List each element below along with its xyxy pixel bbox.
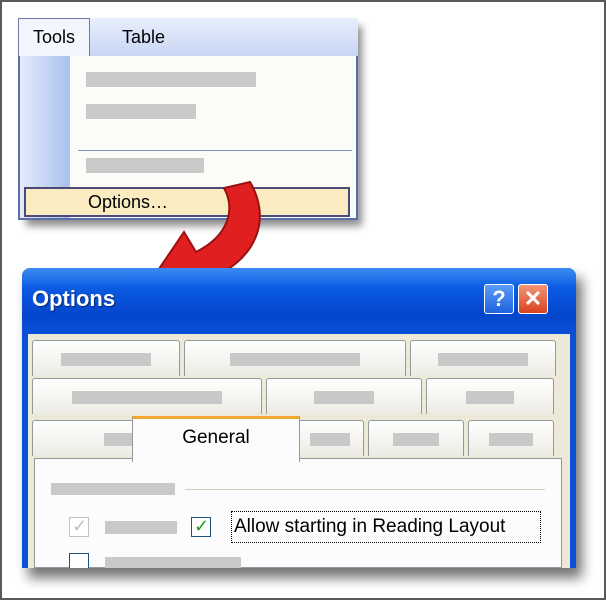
menu-tools[interactable]: Tools bbox=[18, 18, 91, 56]
options-dialog: Options ? ✕ General ✓ ✓ Allow starting i… bbox=[22, 268, 576, 568]
help-icon: ? bbox=[492, 286, 506, 311]
close-button[interactable]: ✕ bbox=[518, 284, 548, 314]
tab-placeholder[interactable] bbox=[468, 420, 554, 456]
menu-item-placeholder[interactable] bbox=[86, 72, 256, 87]
allow-reading-layout-checkbox[interactable]: ✓ bbox=[191, 516, 211, 537]
menu-table-label: Table bbox=[122, 27, 166, 47]
tab-placeholder[interactable] bbox=[32, 378, 262, 414]
dialog-titlebar[interactable]: Options ? ✕ bbox=[22, 268, 576, 334]
tab-placeholder[interactable] bbox=[266, 378, 422, 414]
group-divider bbox=[185, 489, 545, 490]
allow-reading-layout-label-box[interactable]: Allow starting in Reading Layout bbox=[231, 511, 541, 543]
help-button[interactable]: ? bbox=[484, 284, 514, 314]
tab-placeholder[interactable] bbox=[426, 378, 554, 414]
tab-general-label: General bbox=[182, 427, 250, 448]
tab-placeholder[interactable] bbox=[184, 340, 406, 376]
general-tab-pane: ✓ ✓ Allow starting in Reading Layout bbox=[34, 458, 562, 568]
menu-tools-label: Tools bbox=[33, 27, 76, 47]
dialog-title: Options bbox=[32, 286, 116, 311]
menu-item-placeholder[interactable] bbox=[86, 104, 196, 119]
checkbox-unchecked[interactable] bbox=[69, 553, 89, 568]
tab-placeholder[interactable] bbox=[368, 420, 464, 456]
group-heading-placeholder bbox=[51, 483, 175, 495]
menu-table[interactable]: Table bbox=[108, 18, 179, 56]
menu-bar: Tools Table bbox=[18, 18, 358, 57]
tab-placeholder[interactable] bbox=[32, 420, 138, 456]
option-label-placeholder bbox=[105, 521, 177, 534]
menu-item-placeholder[interactable] bbox=[86, 158, 204, 173]
checkbox-disabled: ✓ bbox=[69, 516, 89, 537]
tab-general[interactable]: General bbox=[132, 416, 300, 462]
menu-separator bbox=[78, 150, 352, 151]
tab-placeholder[interactable] bbox=[410, 340, 556, 376]
tab-placeholder[interactable] bbox=[296, 420, 364, 456]
option-label-placeholder bbox=[105, 557, 241, 568]
allow-reading-layout-label: Allow starting in Reading Layout bbox=[234, 516, 506, 537]
dialog-body: General ✓ ✓ Allow starting in Reading La… bbox=[28, 334, 570, 568]
close-icon: ✕ bbox=[523, 286, 543, 311]
tab-placeholder[interactable] bbox=[32, 340, 180, 376]
